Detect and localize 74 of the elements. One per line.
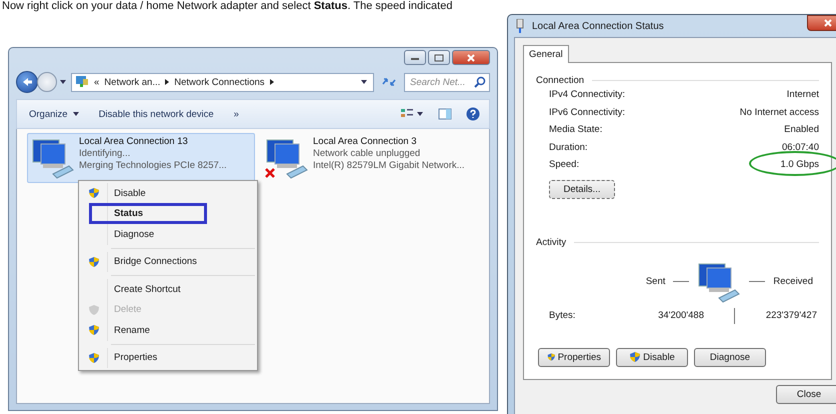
bytes-sent: 34'200'488	[657, 310, 704, 321]
sent-label: Sent	[646, 276, 666, 287]
field-value: 06:07:40	[782, 142, 819, 153]
shield-icon	[547, 351, 556, 363]
refresh-icon[interactable]	[381, 76, 397, 88]
menu-item[interactable]: Properties	[81, 348, 255, 368]
toolbar-button[interactable]: »	[228, 106, 245, 122]
close-icon	[823, 19, 833, 27]
dialog-button[interactable]: Properties	[538, 348, 610, 366]
breadcrumb-item[interactable]: Network Connections	[174, 76, 265, 88]
shield-icon	[88, 256, 100, 268]
breadcrumb-arrow-icon[interactable]	[270, 79, 274, 85]
details-button[interactable]: Details...	[549, 180, 615, 198]
received-label: Received	[773, 276, 813, 287]
search-field[interactable]: Search Net...	[404, 72, 490, 92]
connection-item[interactable]: Local Area Connection 13 Identifying... Merging Technologies PCIe 8257...	[27, 133, 255, 183]
shield-icon	[88, 324, 100, 336]
field-value: 1.0 Gbps	[780, 159, 819, 170]
dropdown-arrow-icon[interactable]	[60, 80, 66, 84]
maximize-button[interactable]	[428, 50, 450, 65]
menu-item[interactable]: Diagnose	[81, 224, 255, 244]
shield-icon	[88, 187, 100, 200]
overflow-chevron[interactable]: «	[94, 76, 100, 88]
close-button[interactable]: Close	[776, 385, 836, 404]
window-title: Local Area Connection Status	[532, 20, 664, 32]
close-button[interactable]	[452, 50, 490, 65]
connection-name: Local Area Connection 3	[313, 136, 418, 148]
maximize-icon	[434, 54, 444, 62]
dropdown-arrow-icon[interactable]	[361, 80, 367, 84]
dropdown-arrow-icon	[72, 112, 79, 116]
instruction-text: Now right click on your data / home Network adapter and select Status. The speed indicated	[1, 0, 454, 13]
close-icon	[466, 54, 476, 62]
breadcrumb-item[interactable]: Network an...	[104, 76, 160, 88]
section-heading: Connection	[536, 75, 584, 86]
connection-name: Local Area Connection 13	[79, 136, 189, 148]
connection-status: Identifying...	[79, 148, 132, 160]
minimize-button[interactable]	[404, 50, 426, 65]
toolbar-button[interactable]: Organize	[23, 106, 85, 122]
breadcrumb-arrow-icon[interactable]	[165, 79, 170, 85]
field-label: Duration:	[549, 142, 588, 153]
field-label: IPv6 Connectivity:	[549, 106, 626, 118]
field-value: Enabled	[784, 124, 819, 136]
tab[interactable]: General	[523, 45, 569, 63]
network-adapter-icon	[516, 19, 524, 33]
dialog-button[interactable]: Diagnose	[694, 348, 766, 366]
field-label: Media State:	[549, 124, 602, 136]
field-value: Internet	[786, 89, 819, 100]
menu-item[interactable]: Status	[81, 204, 255, 224]
view-list-icon	[400, 108, 424, 120]
preview-pane-icon	[438, 108, 452, 120]
section-heading: Activity	[536, 236, 566, 248]
back-button[interactable]	[16, 71, 38, 93]
back-arrow-icon	[21, 76, 33, 88]
adapter-name: Merging Technologies PCIe 8257...	[79, 160, 227, 172]
menu-item[interactable]: Bridge Connections	[81, 252, 255, 272]
menu-item[interactable]: Create Shortcut	[81, 279, 255, 300]
bytes-label: Bytes:	[549, 310, 576, 321]
adapter-name: Intel(R) 82579LM Gigabit Network...	[313, 160, 465, 172]
menu-item[interactable]: Rename	[81, 320, 255, 340]
field-value: No Internet access	[740, 106, 819, 118]
bytes-received: 223'379'427	[764, 310, 818, 321]
address-bar[interactable]: « Network an... Network Connections	[71, 72, 374, 92]
network-folder-icon	[75, 75, 89, 89]
shield-icon	[629, 351, 642, 363]
shield-icon	[88, 352, 100, 364]
menu-item[interactable]: Disable	[81, 183, 255, 204]
field-label: Speed:	[549, 159, 580, 170]
toolbar-button[interactable]: Disable this network device	[92, 106, 220, 122]
dialog-button[interactable]: Disable	[616, 348, 688, 366]
field-label: IPv4 Connectivity:	[549, 89, 626, 100]
connection-item[interactable]: Local Area Connection 3 Network cable unplugged Intel(R) 82579LM Gigabit Network...	[261, 133, 489, 183]
connection-status: Network cable unplugged	[313, 148, 422, 160]
help-icon	[466, 107, 480, 121]
search-icon	[474, 76, 486, 88]
